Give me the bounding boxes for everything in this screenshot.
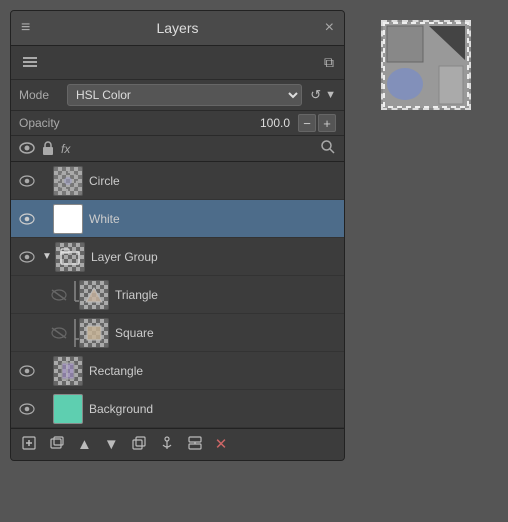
thumb-triangle (79, 280, 109, 310)
layer-name-rectangle: Rectangle (89, 364, 340, 378)
merge-button[interactable] (183, 433, 207, 456)
mode-icons: ↺ ▼ (310, 87, 336, 103)
top-toolbar: ⧉ (11, 46, 344, 80)
search-icon[interactable] (320, 139, 336, 158)
opacity-label: Opacity (19, 116, 74, 130)
move-up-button[interactable]: ▲ (73, 435, 96, 454)
mode-row: Mode HSL Color Normal Dissolve Multiply … (11, 80, 344, 111)
panel-menu-icon[interactable]: ≡ (21, 19, 30, 37)
layer-name-white: White (89, 212, 340, 226)
layer-name-group: Layer Group (91, 250, 340, 264)
panel-title: Layers (30, 20, 324, 36)
preview-area (361, 10, 471, 110)
move-down-button[interactable]: ▼ (100, 435, 123, 454)
filter-eye-icon[interactable] (19, 141, 35, 157)
mode-extra-icon[interactable]: ▼ (325, 89, 336, 101)
restore-button[interactable]: ⧉ (320, 52, 338, 73)
layer-item-rectangle[interactable]: Rectangle (11, 352, 344, 390)
layer-name-square: Square (115, 326, 340, 340)
new-layer-button[interactable] (17, 433, 41, 456)
opacity-controls: − + (298, 114, 336, 132)
visibility-background[interactable] (15, 403, 39, 415)
title-bar: ≡ Layers × (11, 11, 344, 46)
layer-item-triangle[interactable]: Triangle (11, 276, 344, 314)
filter-lock-icon[interactable] (41, 140, 55, 158)
mode-select[interactable]: HSL Color Normal Dissolve Multiply Scree… (67, 84, 302, 106)
layer-item-white[interactable]: White (11, 200, 344, 238)
visibility-triangle[interactable] (47, 289, 71, 301)
opacity-value: 100.0 (82, 116, 290, 130)
thumb-white (53, 204, 83, 234)
thumb-group (55, 242, 85, 272)
thumb-square (79, 318, 109, 348)
delete-button[interactable]: ✕ (211, 435, 232, 454)
bottom-toolbar: ▲ ▼ ✕ (11, 428, 344, 460)
visibility-group[interactable] (15, 251, 39, 263)
mode-label: Mode (19, 88, 59, 102)
anchor-button[interactable] (155, 433, 179, 456)
opacity-plus-button[interactable]: + (318, 114, 336, 132)
thumb-circle (53, 166, 83, 196)
filter-fx-icon[interactable]: fx (61, 142, 70, 156)
layers-panel: ≡ Layers × ⧉ Mode HSL Color Normal Disso… (10, 10, 345, 461)
group-expand-icon[interactable]: ▼ (39, 251, 55, 262)
layer-name-triangle: Triangle (115, 288, 340, 302)
layer-item-square[interactable]: Square (11, 314, 344, 352)
visibility-circle[interactable] (15, 175, 39, 187)
visibility-rectangle[interactable] (15, 365, 39, 377)
preview-box (381, 20, 471, 110)
layer-item-circle[interactable]: Circle (11, 162, 344, 200)
layer-item-background[interactable]: Background (11, 390, 344, 428)
close-button[interactable]: × (325, 20, 334, 36)
layers-list: Circle White ▼ Layer Group (11, 162, 344, 428)
reset-mode-icon[interactable]: ↺ (310, 87, 321, 103)
layer-name-background: Background (89, 402, 340, 416)
thumb-rectangle (53, 356, 83, 386)
layers-stack-button[interactable] (17, 50, 43, 75)
opacity-row: Opacity 100.0 − + (11, 111, 344, 136)
visibility-white[interactable] (15, 213, 39, 225)
layer-name-circle: Circle (89, 174, 340, 188)
opacity-minus-button[interactable]: − (298, 114, 316, 132)
visibility-square[interactable] (47, 327, 71, 339)
thumb-background (53, 394, 83, 424)
duplicate-button[interactable] (127, 433, 151, 456)
filter-row: fx (11, 136, 344, 162)
new-from-visible-button[interactable] (45, 433, 69, 456)
layer-item-group[interactable]: ▼ Layer Group (11, 238, 344, 276)
